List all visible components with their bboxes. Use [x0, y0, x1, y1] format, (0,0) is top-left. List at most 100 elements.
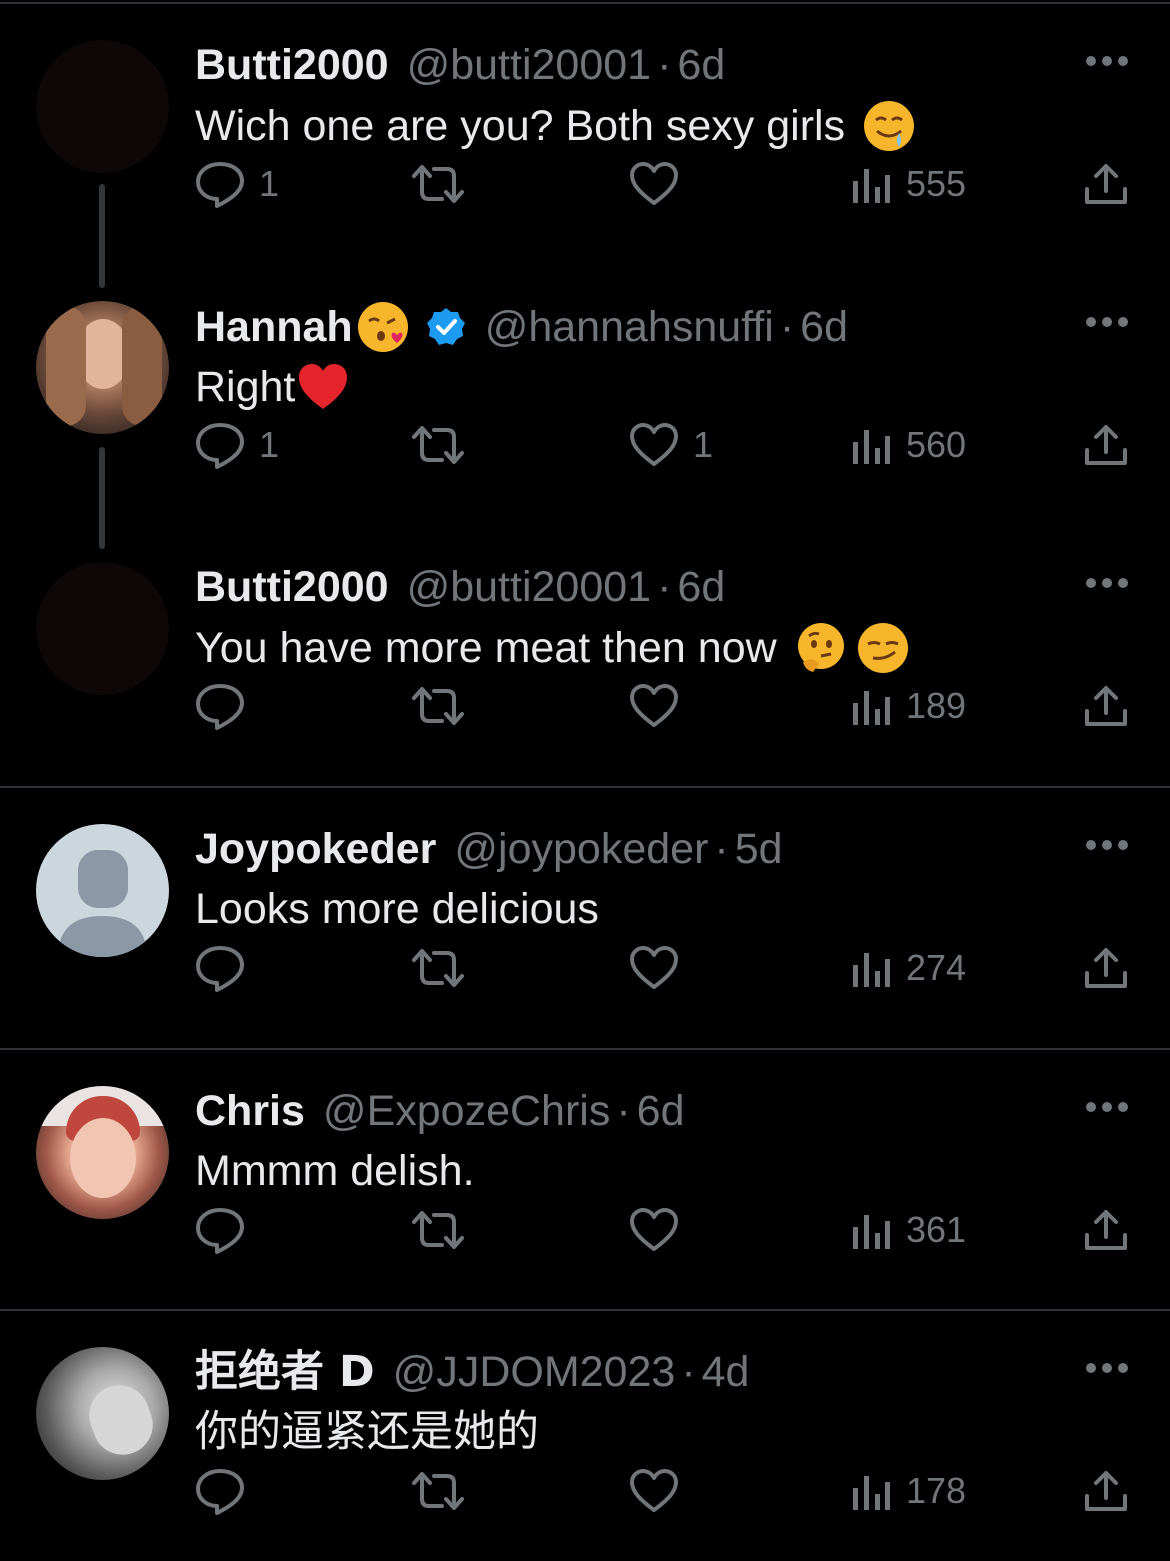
user-handle[interactable]: @JJDOM2023: [393, 1347, 676, 1397]
views-button[interactable]: 555: [850, 154, 966, 214]
thinking-face-emoji: [797, 623, 844, 672]
avatar[interactable]: [36, 40, 169, 173]
display-name[interactable]: Butti2000: [195, 40, 389, 90]
display-name[interactable]: Chris: [195, 1086, 305, 1136]
user-handle[interactable]: @butti20001: [407, 40, 652, 90]
like-button[interactable]: [629, 154, 693, 214]
heart-icon: [630, 1469, 678, 1512]
tweet[interactable]: Chris @ExpozeChris · 6d Mmmm delish. 361: [0, 1050, 1170, 1311]
tweet[interactable]: Butti2000 @butti20001 · 6d Wich one are …: [0, 4, 1170, 288]
tweet[interactable]: Hannah @hannahsnuffi · 6d Right 1 1 560: [0, 265, 1170, 549]
timestamp[interactable]: 6d: [637, 1086, 685, 1136]
avatar[interactable]: [36, 1086, 169, 1219]
more-icon[interactable]: [1085, 576, 1129, 590]
like-button[interactable]: [629, 1461, 693, 1521]
like-button[interactable]: [629, 938, 693, 998]
reply-icon: [196, 1208, 244, 1254]
tweet-text: Looks more delicious: [195, 884, 599, 934]
action-bar: 1 555: [195, 154, 1135, 214]
retweet-button[interactable]: [411, 676, 479, 736]
kissing-face-emoji: [357, 302, 408, 352]
view-count: 555: [906, 163, 967, 204]
tweet-text: You have more meat then now: [195, 622, 909, 674]
retweet-button[interactable]: [411, 1461, 479, 1521]
separator-dot: ·: [657, 563, 672, 611]
display-name[interactable]: Joypokeder: [195, 824, 436, 874]
retweet-button[interactable]: [411, 154, 479, 214]
timestamp[interactable]: 6d: [677, 562, 725, 612]
tweet-header: Butti2000 @butti20001 · 6d: [195, 562, 725, 612]
views-icon: [853, 691, 890, 725]
share-button[interactable]: [1083, 415, 1129, 475]
retweet-button[interactable]: [411, 1200, 479, 1260]
tweet-text-content: Mmmm delish.: [195, 1147, 475, 1195]
avatar[interactable]: [36, 824, 169, 957]
share-icon: [1085, 948, 1127, 988]
timestamp[interactable]: 6d: [800, 302, 848, 352]
reply-icon: [196, 1469, 244, 1515]
separator-dot: ·: [681, 1348, 696, 1396]
heart-icon: [630, 684, 678, 727]
share-button[interactable]: [1083, 154, 1129, 214]
like-button[interactable]: [629, 676, 693, 736]
heart-icon: [630, 162, 678, 205]
tweet-header: Chris @ExpozeChris · 6d: [195, 1086, 685, 1136]
views-button[interactable]: 274: [850, 938, 966, 998]
views-button[interactable]: 361: [850, 1200, 966, 1260]
retweet-button[interactable]: [411, 415, 479, 475]
tweet[interactable]: Joypokeder @joypokeder · 5d Looks more d…: [0, 788, 1170, 1050]
more-icon[interactable]: [1085, 315, 1129, 329]
more-icon[interactable]: [1085, 54, 1129, 68]
timestamp[interactable]: 6d: [677, 40, 725, 90]
more-icon[interactable]: [1085, 838, 1129, 852]
heart-icon: [630, 946, 678, 989]
share-button[interactable]: [1083, 1200, 1129, 1260]
avatar[interactable]: [36, 562, 169, 695]
user-handle[interactable]: @hannahsnuffi: [485, 302, 774, 352]
heart-icon: [630, 423, 678, 466]
tweet-text-content: Wich one are you? Both sexy girls: [195, 102, 846, 150]
views-button[interactable]: 189: [850, 676, 966, 736]
display-name[interactable]: 拒绝者 D: [195, 1347, 375, 1397]
views-button[interactable]: 178: [850, 1461, 966, 1521]
reply-button[interactable]: [195, 1461, 259, 1521]
avatar-hair-left: [46, 306, 86, 426]
timestamp[interactable]: 5d: [735, 824, 783, 874]
share-button[interactable]: [1083, 1461, 1129, 1521]
tweet[interactable]: 拒绝者 D @JJDOM2023 · 4d 你的逼紧还是她的 178: [0, 1311, 1170, 1561]
share-button[interactable]: [1083, 676, 1129, 736]
view-count: 178: [906, 1470, 967, 1511]
display-name[interactable]: Butti2000: [195, 562, 389, 612]
tweet[interactable]: Butti2000 @butti20001 · 6d You have more…: [0, 526, 1170, 788]
share-icon: [1085, 1210, 1127, 1250]
user-handle[interactable]: @butti20001: [407, 562, 652, 612]
retweet-button[interactable]: [411, 938, 479, 998]
user-handle[interactable]: @ExpozeChris: [323, 1086, 610, 1136]
like-button[interactable]: 1: [629, 415, 713, 475]
verified-badge-icon: [426, 308, 465, 345]
view-count: 560: [906, 424, 967, 465]
tweet-text: 你的逼紧还是她的: [195, 1407, 539, 1457]
views-icon: [853, 1215, 890, 1249]
views-button[interactable]: 560: [850, 415, 966, 475]
reply-icon: [196, 162, 244, 208]
display-name[interactable]: Hannah: [195, 302, 353, 352]
more-icon[interactable]: [1085, 1361, 1129, 1375]
retweet-icon: [412, 687, 464, 725]
avatar[interactable]: [36, 301, 169, 434]
reply-button[interactable]: [195, 676, 259, 736]
reply-icon: [196, 946, 244, 992]
reply-button[interactable]: [195, 1200, 259, 1260]
share-button[interactable]: [1083, 938, 1129, 998]
avatar-face: [70, 1118, 136, 1198]
more-icon[interactable]: [1085, 1100, 1129, 1114]
reply-button[interactable]: [195, 938, 259, 998]
reply-button[interactable]: 1: [195, 415, 279, 475]
avatar[interactable]: [36, 1347, 169, 1480]
like-button[interactable]: [629, 1200, 693, 1260]
action-bar: 1 1 560: [195, 415, 1135, 475]
user-handle[interactable]: @joypokeder: [454, 824, 708, 874]
reply-button[interactable]: 1: [195, 154, 279, 214]
timestamp[interactable]: 4d: [702, 1347, 750, 1397]
views-icon: [853, 430, 890, 464]
